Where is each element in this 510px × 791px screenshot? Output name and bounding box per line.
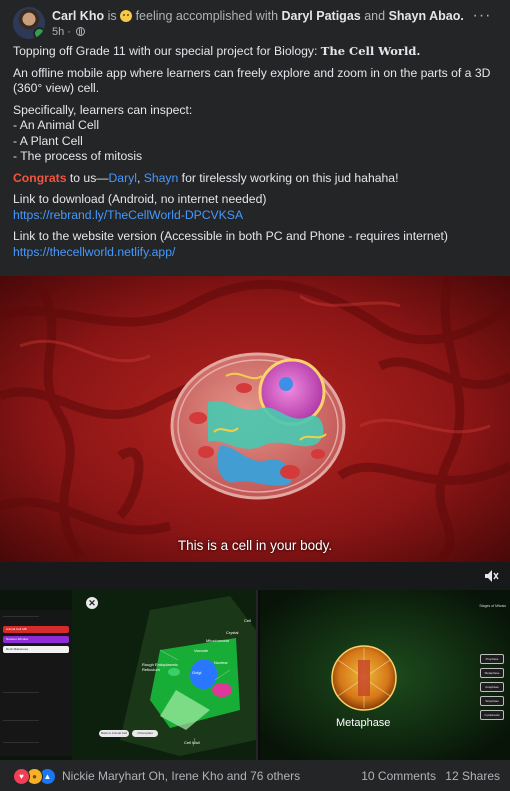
menu-button[interactable]: Rock Milestones (3, 646, 69, 653)
paragraph-congrats: Congrats to us—Daryl, Shayn for tireless… (13, 171, 498, 187)
mitosis-illustration (258, 590, 510, 760)
mention-separator: , (136, 170, 144, 185)
stage-button[interactable]: Cytokinesis (480, 710, 504, 720)
menu-button[interactable]: Animal Cell A/B (3, 626, 69, 633)
project-name: The Cell World. (320, 44, 421, 58)
globe-icon (76, 27, 86, 36)
feeling-text: feeling accomplished with (135, 9, 279, 23)
post-time[interactable]: 5h · (52, 26, 71, 38)
feature-item: - An Animal Cell (13, 118, 100, 132)
video-subtitle: This is a cell in your body. (177, 538, 333, 553)
mention-daryl[interactable]: Daryl (109, 171, 137, 185)
paragraph-download: Link to download (Android, no internet n… (13, 192, 498, 223)
website-link[interactable]: https://thecellworld.netlify.app/ (13, 245, 498, 261)
cell-illustration (0, 276, 510, 562)
post-footer: ♥ ● ▲ Nickie Maryhart Oh, Irene Kho and … (0, 760, 510, 791)
paragraph-website: Link to the website version (Accessible … (13, 229, 498, 260)
paragraph-intro: Topping off Grade 11 with our special pr… (13, 44, 498, 60)
download-label: Link to download (Android, no internet n… (13, 192, 267, 206)
stage-button[interactable]: Prophase (480, 654, 504, 664)
stage-button[interactable]: Metaphase (480, 668, 504, 678)
reactors-summary[interactable]: Nickie Maryhart Oh, Irene Kho and 76 oth… (62, 769, 300, 783)
feature-item: - The process of mitosis (13, 149, 143, 163)
menu-panel: ———————————— Animal Cell A/B Nucleus Win… (0, 610, 72, 756)
love-reaction-icon: ♥ (13, 768, 30, 785)
intro-text: Topping off Grade 11 with our special pr… (13, 44, 318, 58)
author-line: Carl Kho is feeling accomplished with Da… (52, 9, 464, 24)
thumbnail-mitosis[interactable]: Metaphase Stages of Mitosis Prophase Met… (258, 590, 510, 760)
panel-caption: ———————————— (3, 718, 39, 722)
online-status-dot (33, 27, 45, 39)
author-name[interactable]: Carl Kho (52, 9, 104, 23)
tagged-person-2[interactable]: Shayn Abao. (389, 9, 464, 23)
paragraph-description: An offline mobile app where learners can… (13, 65, 491, 96)
cell-label: Mitochondria (206, 638, 229, 643)
and-text: and (364, 9, 386, 23)
features-intro: Specifically, learners can inspect: (13, 102, 193, 117)
stage-button[interactable]: Anaphase (480, 682, 504, 692)
post-meta: 5h · (52, 26, 86, 38)
cell-label: Cell (244, 618, 251, 623)
stage-list-title: Stages of Mitosis (479, 604, 506, 608)
comments-count[interactable]: 10 Comments (361, 769, 436, 783)
congrats-word: Congrats (13, 170, 67, 185)
congrats-mid: to us— (66, 170, 109, 185)
mention-shayn[interactable]: Shayn (144, 171, 179, 185)
thumbnail-plant-cell[interactable]: ✕ ———————————— Animal Cell A/B Nucleus W… (0, 590, 256, 760)
menu-button[interactable]: Nucleus Window (3, 636, 69, 643)
smile-emoji-icon (120, 10, 133, 22)
reaction-icons[interactable]: ♥ ● ▲ (13, 768, 59, 785)
cell-label: Nuclear (214, 660, 228, 665)
chloroplast-button[interactable]: Chloroplast (132, 730, 158, 737)
cell-label: Cell Wall (184, 740, 200, 745)
back-button[interactable]: Back to Animal Cell (99, 730, 129, 737)
is-text: is (107, 9, 117, 23)
panel-caption: ———————————— (3, 690, 39, 694)
more-options-button[interactable]: ··· (472, 8, 492, 25)
mute-icon[interactable] (483, 568, 499, 584)
paragraph-features: Specifically, learners can inspect: - An… (13, 103, 498, 165)
post-body: Topping off Grade 11 with our special pr… (13, 44, 498, 266)
post-header: Carl Kho is feeling accomplished with Da… (13, 7, 498, 41)
panel-caption: ———————————— (3, 740, 39, 744)
tagged-person-1[interactable]: Daryl Patigas (282, 9, 361, 23)
engagement-counts: 10 Comments 12 Shares (361, 769, 500, 783)
close-icon[interactable]: ✕ (86, 597, 98, 609)
feature-item: - A Plant Cell (13, 133, 83, 148)
download-link[interactable]: https://rebrand.ly/TheCellWorld-DPCVKSA (13, 208, 498, 224)
main-video[interactable]: This is a cell in your body. (0, 276, 510, 562)
stage-button[interactable]: Telophase (480, 696, 504, 706)
avatar[interactable] (13, 7, 45, 39)
cell-label: Crystal (226, 630, 239, 635)
shares-count[interactable]: 12 Shares (445, 769, 500, 783)
website-label: Link to the website version (Accessible … (13, 229, 448, 243)
facebook-post: Carl Kho is feeling accomplished with Da… (0, 0, 510, 791)
stage-label: Metaphase (336, 717, 391, 729)
cell-label: Golgi (192, 670, 202, 675)
cell-label: Vacuole (194, 648, 209, 653)
panel-caption: ———————————— (3, 614, 39, 618)
cell-label: Rough Endoplasmic Reticulum (142, 662, 178, 672)
video-controls (0, 562, 510, 590)
congrats-tail: for tirelessly working on this jud hahah… (178, 170, 399, 185)
